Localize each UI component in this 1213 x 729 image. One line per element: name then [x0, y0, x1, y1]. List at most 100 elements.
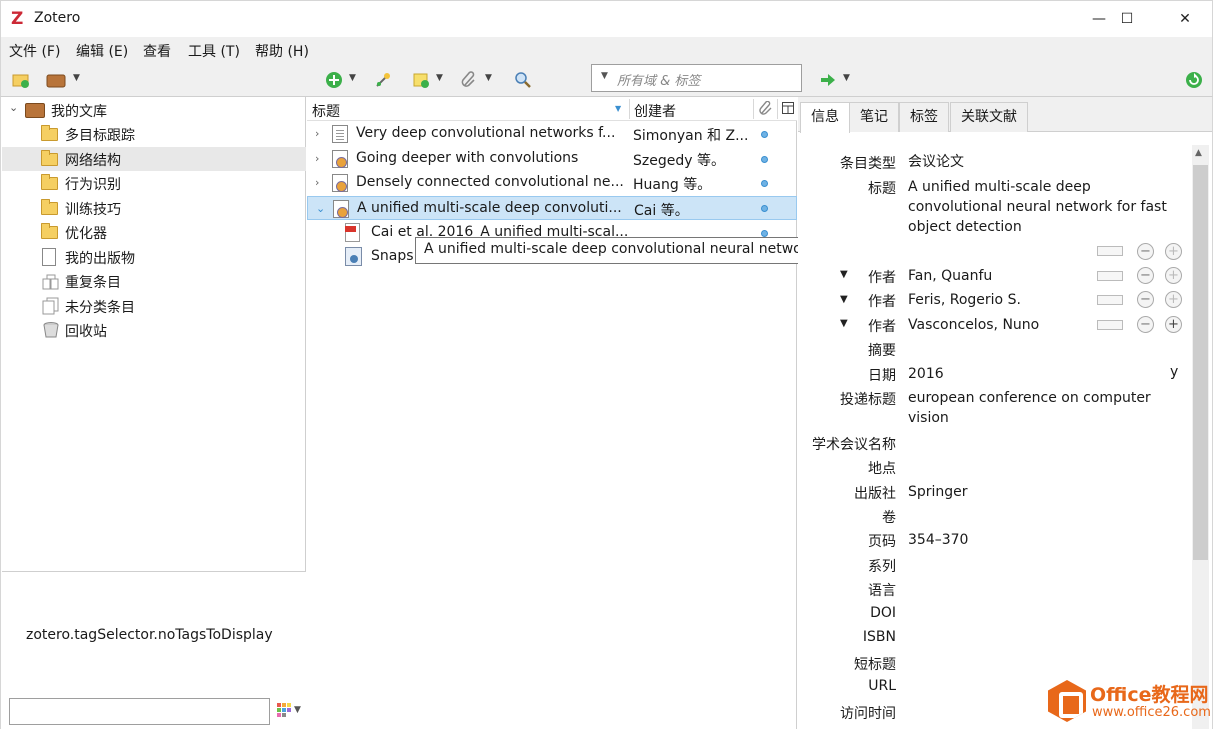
- document-icon: [332, 125, 348, 143]
- field-label: URL: [868, 678, 896, 694]
- pages-value[interactable]: 354–370: [908, 530, 1183, 550]
- tag-filter-input[interactable]: [9, 698, 270, 725]
- tab-notes[interactable]: 笔记: [849, 102, 899, 132]
- close-button[interactable]: ✕: [1162, 1, 1208, 37]
- chevron-down-icon[interactable]: ⌄: [316, 202, 325, 215]
- menu-view[interactable]: 查看: [143, 41, 171, 61]
- tag-selector: zotero.tagSelector.noTagsToDisplay ▼: [2, 571, 306, 729]
- chevron-down-icon[interactable]: ▼: [349, 73, 357, 83]
- collection-row[interactable]: 重复条目: [2, 269, 306, 293]
- sync-icon[interactable]: [1184, 70, 1204, 90]
- tab-info[interactable]: 信息: [800, 102, 850, 133]
- field-label: 系列: [868, 559, 896, 575]
- creator-type-dropdown-icon[interactable]: ▼: [840, 269, 848, 280]
- locate-arrow-icon[interactable]: [818, 70, 838, 90]
- remove-creator-button[interactable]: −: [1137, 291, 1154, 308]
- scroll-thumb[interactable]: [1193, 165, 1208, 560]
- item-row[interactable]: › Going deeper with convolutions Szegedy…: [307, 147, 797, 171]
- scroll-up-icon[interactable]: ▲: [1195, 148, 1202, 158]
- add-creator-button[interactable]: +: [1165, 267, 1182, 284]
- column-separator[interactable]: [629, 99, 630, 119]
- collection-row[interactable]: 网络结构: [2, 147, 306, 171]
- field-label: 作者: [868, 270, 896, 286]
- chevron-right-icon[interactable]: ›: [315, 152, 319, 165]
- menu-help[interactable]: 帮助 (H): [255, 41, 309, 61]
- item-pane-scrollbar[interactable]: ▲: [1192, 145, 1209, 729]
- new-item-icon[interactable]: [324, 70, 344, 90]
- magic-wand-icon[interactable]: [373, 70, 393, 90]
- title-bar: Z Zotero — ☐ ✕: [0, 0, 1213, 37]
- creator-type-dropdown-icon[interactable]: ▼: [840, 318, 848, 329]
- tab-related[interactable]: 关联文献: [950, 102, 1028, 132]
- collections-pane: ⌄ 我的文库 多目标跟踪 网络结构 行为识别 训练技巧 优化器 我的出版物 重复…: [0, 97, 306, 729]
- column-picker-icon[interactable]: [782, 102, 794, 118]
- attachment-status-dot: [761, 156, 768, 163]
- folder-icon: [41, 150, 58, 166]
- title-value[interactable]: A unified multi-scale deep convolutional…: [908, 177, 1188, 237]
- chevron-right-icon[interactable]: ›: [315, 127, 319, 140]
- date-value[interactable]: 2016: [908, 364, 1183, 384]
- folder-icon: [41, 125, 58, 141]
- item-row[interactable]: › Very deep convolutional networks f... …: [307, 122, 797, 146]
- column-creator[interactable]: 创建者: [634, 101, 676, 121]
- item-pane: 信息 笔记 标签 关联文献 条目类型 会议论文 标题 A unified mul…: [798, 97, 1213, 729]
- collection-row[interactable]: 多目标跟踪: [2, 122, 306, 146]
- attachment-column-icon[interactable]: [759, 100, 773, 121]
- chevron-down-icon[interactable]: ⌄: [9, 101, 18, 114]
- add-creator-button[interactable]: +: [1165, 316, 1182, 333]
- column-separator[interactable]: [777, 99, 778, 119]
- item-type-value[interactable]: 会议论文: [908, 152, 1183, 172]
- remove-creator-button[interactable]: −: [1137, 267, 1154, 284]
- new-collection-icon[interactable]: [11, 70, 31, 90]
- creator-type-dropdown-icon[interactable]: ▼: [840, 294, 848, 305]
- item-row[interactable]: › Densely connected convolutional ne... …: [307, 171, 797, 195]
- search-mode-dropdown-icon[interactable]: ▼: [601, 71, 608, 81]
- attachment-icon[interactable]: [459, 70, 479, 90]
- attachment-status-dot: [761, 205, 768, 212]
- menu-file[interactable]: 文件 (F): [9, 41, 60, 61]
- collection-row[interactable]: 未分类条目: [2, 294, 306, 318]
- add-creator-button[interactable]: +: [1165, 291, 1182, 308]
- collection-row[interactable]: 回收站: [2, 318, 306, 342]
- item-title: Densely connected convolutional ne...: [356, 174, 624, 190]
- maximize-button[interactable]: ☐: [1104, 1, 1150, 37]
- chevron-right-icon[interactable]: ›: [315, 176, 319, 189]
- tag-color-grid-icon[interactable]: [277, 703, 291, 721]
- menu-bar: 文件 (F) 编辑 (E) 查看 工具 (T) 帮助 (H): [0, 37, 1213, 63]
- search-icon[interactable]: [513, 70, 533, 90]
- chevron-down-icon[interactable]: ▼: [843, 73, 851, 83]
- name-mode-switch[interactable]: [1097, 271, 1123, 281]
- collection-row[interactable]: 我的出版物: [2, 245, 306, 269]
- collection-row[interactable]: 训练技巧: [2, 196, 306, 220]
- zotero-logo-icon: Z: [11, 9, 24, 29]
- new-note-icon[interactable]: [411, 70, 431, 90]
- column-title[interactable]: 标题: [312, 101, 340, 121]
- name-mode-switch[interactable]: [1097, 295, 1123, 305]
- library-row[interactable]: ⌄ 我的文库: [2, 98, 306, 122]
- name-mode-switch[interactable]: [1097, 320, 1123, 330]
- field-label: 地点: [868, 461, 896, 477]
- chevron-down-icon[interactable]: ▼: [436, 73, 444, 83]
- search-input[interactable]: ▼ 所有域 & 标签: [591, 64, 802, 92]
- chevron-down-icon[interactable]: ▼: [485, 73, 493, 83]
- proceedings-value[interactable]: european conference on computer vision: [908, 388, 1168, 428]
- publisher-value[interactable]: Springer: [908, 482, 1183, 502]
- menu-edit[interactable]: 编辑 (E): [76, 41, 128, 61]
- name-mode-switch[interactable]: [1097, 246, 1123, 256]
- collection-label: 训练技巧: [65, 202, 121, 218]
- collection-row[interactable]: 行为识别: [2, 171, 306, 195]
- chevron-down-icon[interactable]: ▼: [73, 73, 81, 83]
- items-pane: 标题 ▼ 创建者 › Very deep convolutional netwo…: [307, 97, 797, 729]
- attachment-status-dot: [761, 131, 768, 138]
- chevron-down-icon[interactable]: ▼: [294, 705, 301, 715]
- column-separator[interactable]: [753, 99, 754, 119]
- collection-row[interactable]: 优化器: [2, 220, 306, 244]
- item-row-selected[interactable]: ⌄ A unified multi-scale deep convoluti..…: [307, 196, 797, 220]
- remove-creator-button[interactable]: −: [1137, 243, 1154, 260]
- remove-creator-button[interactable]: −: [1137, 316, 1154, 333]
- menu-tools[interactable]: 工具 (T): [188, 41, 240, 61]
- item-title: Going deeper with convolutions: [356, 150, 579, 166]
- tab-tags[interactable]: 标签: [899, 102, 949, 132]
- add-creator-button[interactable]: +: [1165, 243, 1182, 260]
- new-library-icon[interactable]: [46, 70, 66, 90]
